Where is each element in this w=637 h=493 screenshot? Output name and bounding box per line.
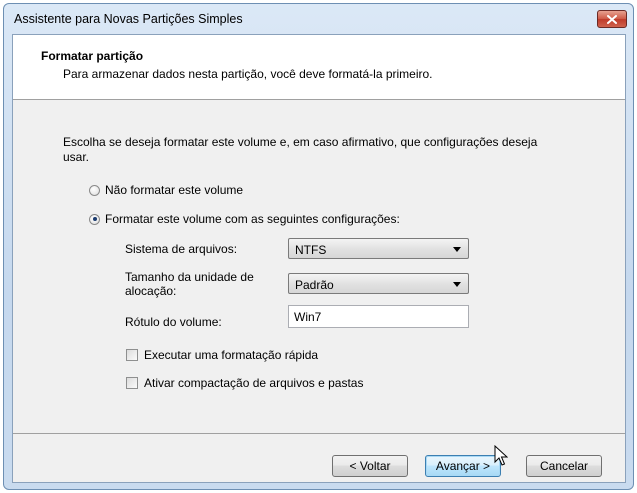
window-title: Assistente para Novas Partições Simples — [14, 12, 243, 26]
radio-format-label: Formatar este volume com as seguintes co… — [105, 212, 400, 226]
instructions-text: Escolha se deseja formatar este volume e… — [63, 135, 538, 164]
compression-checkbox[interactable] — [126, 377, 138, 389]
wizard-header: Formatar partição Para armazenar dados n… — [13, 35, 625, 100]
wizard-client-area: Formatar partição Para armazenar dados n… — [12, 34, 626, 483]
quick-format-checkbox[interactable] — [126, 349, 138, 361]
radio-button-unchecked[interactable] — [89, 184, 100, 196]
allocation-select[interactable]: Padrão — [288, 273, 469, 294]
radio-no-format-label: Não formatar este volume — [105, 183, 244, 197]
quick-format-label: Executar uma formatação rápida — [144, 348, 319, 362]
back-button[interactable]: < Voltar — [332, 455, 408, 477]
close-button[interactable] — [597, 10, 627, 28]
next-button[interactable]: Avançar > — [425, 455, 501, 477]
mouse-pointer-icon — [494, 445, 508, 466]
allocation-label: Tamanho da unidade de alocação: — [125, 270, 254, 298]
radio-no-format[interactable]: Não formatar este volume — [89, 183, 243, 197]
compression-label: Ativar compactação de arquivos e pastas — [144, 376, 364, 390]
allocation-value: Padrão — [295, 278, 334, 292]
radio-format[interactable]: Formatar este volume com as seguintes co… — [89, 212, 400, 226]
volume-label-input[interactable] — [289, 306, 468, 327]
page-subtitle: Para armazenar dados nesta partição, voc… — [63, 67, 433, 81]
title-bar[interactable]: Assistente para Novas Partições Simples — [4, 4, 633, 34]
cancel-button[interactable]: Cancelar — [526, 455, 602, 477]
page-title: Formatar partição — [41, 49, 144, 63]
volume-label-field[interactable] — [288, 305, 469, 328]
volume-label-label: Rótulo do volume: — [125, 315, 222, 329]
chevron-down-icon — [453, 282, 461, 287]
filesystem-value: NTFS — [295, 243, 327, 257]
filesystem-label: Sistema de arquivos: — [125, 242, 238, 256]
compression-option[interactable]: Ativar compactação de arquivos e pastas — [126, 376, 363, 390]
filesystem-select[interactable]: NTFS — [288, 238, 469, 259]
quick-format-option[interactable]: Executar uma formatação rápida — [126, 348, 318, 362]
radio-button-checked[interactable] — [89, 213, 100, 225]
footer-divider — [13, 433, 625, 434]
wizard-window: Assistente para Novas Partições Simples … — [3, 3, 634, 490]
chevron-down-icon — [453, 247, 461, 252]
close-icon — [607, 14, 617, 24]
